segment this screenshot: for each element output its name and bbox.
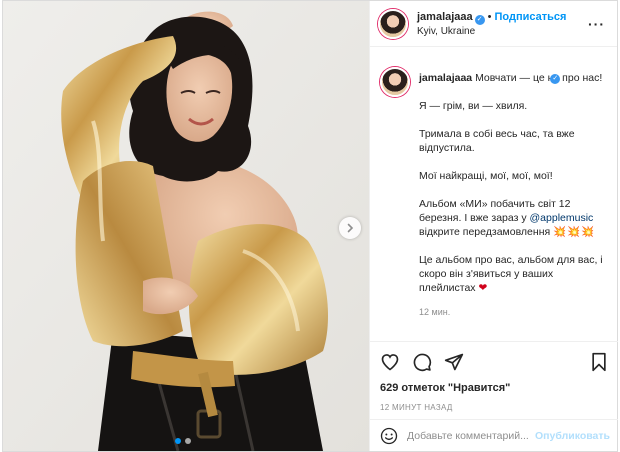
comment-bar: Опубликовать	[370, 419, 618, 451]
post-sidebar: jamalajaaa ✓ • Подписаться Kyiv, Ukraine ··…	[369, 1, 618, 451]
caption-line: Я — грім, ви — хвиля.	[419, 100, 528, 112]
chevron-right-icon	[347, 223, 354, 233]
caption-area: jamalajaaa Мовчати — це не про нас!✓ Я —…	[370, 57, 618, 339]
emoji-icon[interactable]	[380, 427, 398, 445]
follow-button[interactable]: Подписаться	[495, 11, 567, 23]
carousel-next-button[interactable]	[339, 217, 361, 239]
carousel-dot	[185, 438, 191, 444]
post-header: jamalajaaa ✓ • Подписаться Kyiv, Ukraine ··…	[370, 1, 617, 47]
caption-line: Це альбом про вас, альбом для вас, і ско…	[419, 254, 603, 294]
actions-section: 629 отметок "Нравится" 12 минут назад	[370, 341, 618, 412]
separator: •	[487, 11, 492, 23]
more-options-icon[interactable]: ···	[588, 16, 605, 32]
boom-emoji: 💥💥💥	[553, 226, 596, 238]
comment-input[interactable]	[407, 429, 535, 442]
share-icon[interactable]	[444, 352, 464, 372]
caption-line: відкрите передзамовлення	[419, 226, 554, 238]
caption-line: Тримала в собі весь час, та вже відпусти…	[419, 128, 575, 154]
username-link[interactable]: jamalajaaa	[417, 11, 473, 23]
post-photo[interactable]	[3, 1, 369, 451]
publish-button[interactable]: Опубликовать	[535, 430, 610, 442]
avatar[interactable]	[378, 8, 408, 39]
carousel-dot-active	[175, 438, 181, 444]
likes-count[interactable]: 629 отметок "Нравится"	[380, 382, 608, 394]
bookmark-icon[interactable]	[590, 352, 608, 372]
mention-link[interactable]: @applemusic	[530, 212, 594, 224]
comment-icon[interactable]	[412, 352, 432, 372]
caption-line: Мої найкращі, мої, мої, мої!	[419, 170, 553, 182]
post-timestamp: 12 минут назад	[380, 403, 453, 412]
caption-username[interactable]: jamalajaaa	[419, 72, 472, 84]
instagram-post: jamalajaaa ✓ • Подписаться Kyiv, Ukraine ··…	[2, 0, 618, 452]
caption-line: Мовчати — це не про нас!	[475, 72, 603, 84]
caption-avatar[interactable]	[380, 67, 410, 97]
caption-time: 12 мин.	[419, 307, 451, 317]
heart-emoji: ❤	[478, 282, 488, 294]
caption-text: jamalajaaa Мовчати — це не про нас!✓ Я —…	[419, 71, 608, 319]
post-image	[3, 1, 369, 451]
header-text: jamalajaaa ✓ • Подписаться Kyiv, Ukraine	[417, 9, 566, 38]
verified-badge-icon: ✓	[474, 15, 485, 25]
carousel-indicator	[175, 438, 191, 444]
action-icons	[380, 350, 608, 374]
location-link[interactable]: Kyiv, Ukraine	[417, 25, 566, 38]
heart-icon[interactable]	[380, 352, 400, 372]
